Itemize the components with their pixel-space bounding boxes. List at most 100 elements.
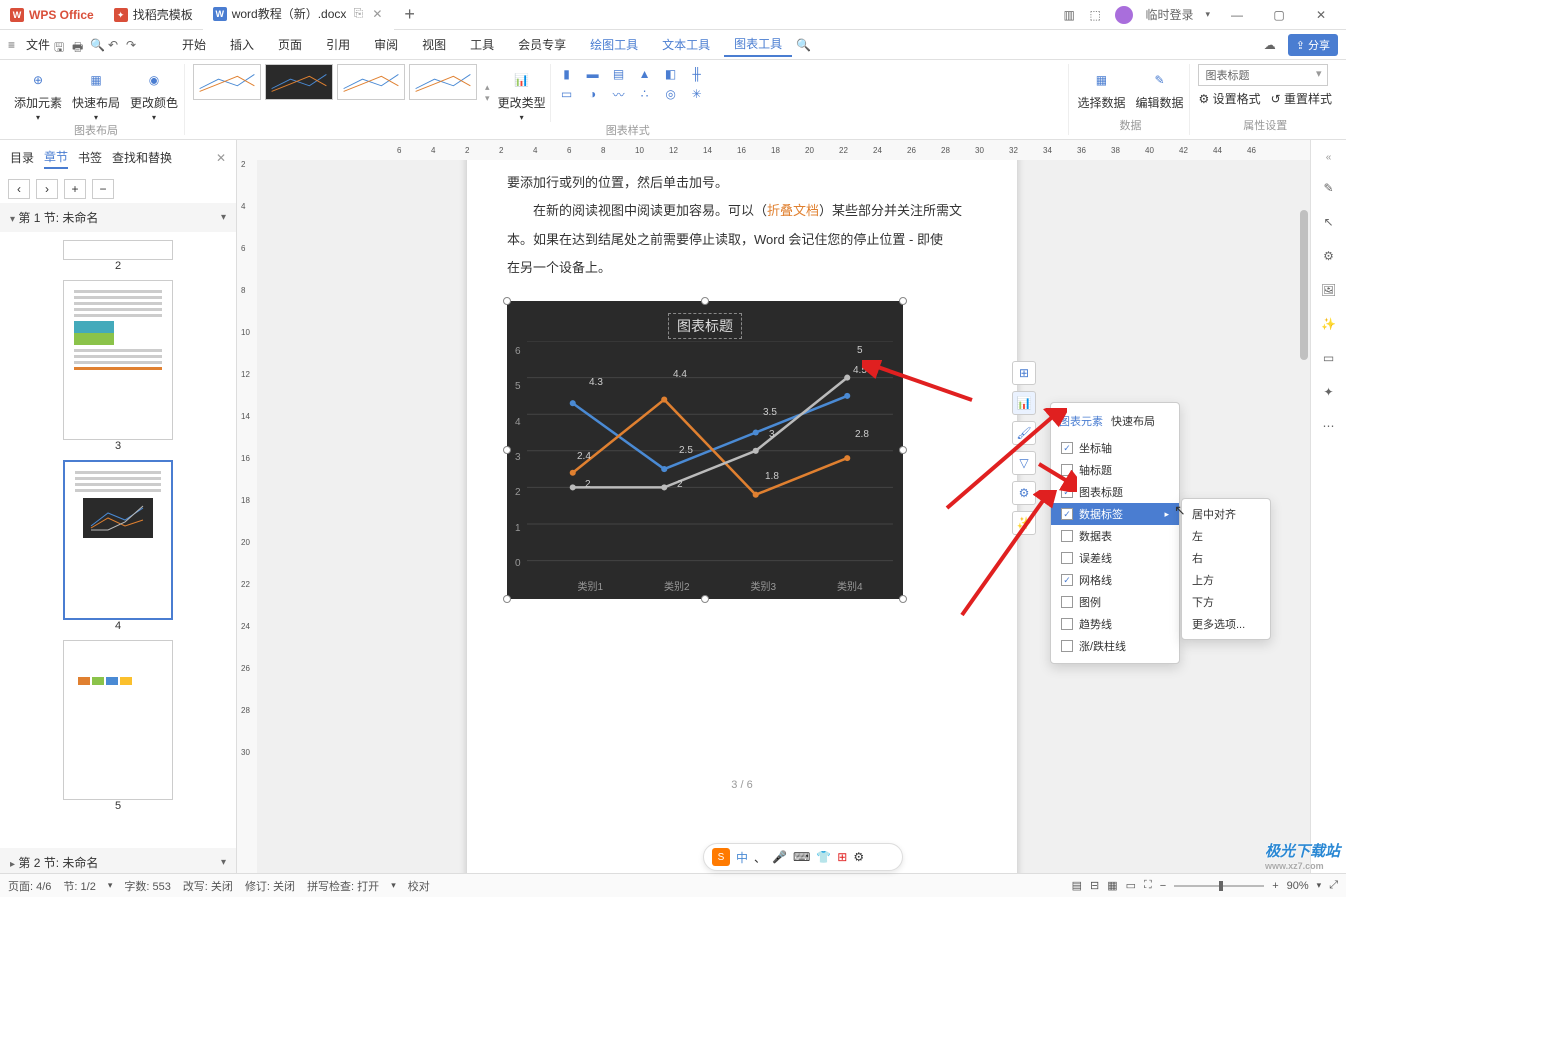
label-position-option[interactable]: 上方 — [1182, 569, 1270, 591]
gallery-up-icon[interactable]: ▴ — [485, 82, 490, 93]
window-maximize[interactable]: ▢ — [1264, 8, 1294, 22]
sidebar-tab-chapters[interactable]: 章节 — [44, 146, 68, 169]
chart-title[interactable]: 图表标题 — [668, 313, 742, 339]
chart-element-option[interactable]: ✓坐标轴 — [1051, 437, 1179, 459]
change-type-button[interactable]: 📊 更改类型▾ — [498, 64, 546, 122]
status-revise[interactable]: 修订: 关闭 — [245, 878, 295, 894]
quick-layout-button[interactable]: ▦ 快速布局▾ — [72, 64, 120, 122]
chart-object[interactable]: 图表标题 6543210 类别 — [507, 301, 903, 599]
chart-line-icon[interactable]: 〰 — [609, 84, 629, 104]
change-color-button[interactable]: ◉ 更改颜色▾ — [130, 64, 178, 122]
page-thumb[interactable] — [63, 280, 173, 440]
share-button[interactable]: ⇪ 分享 — [1288, 34, 1338, 56]
add-element-button[interactable]: ⊕ 添加元素▾ — [14, 64, 62, 122]
menu-view[interactable]: 视图 — [412, 33, 456, 56]
save-icon[interactable]: 🖫 — [54, 38, 68, 52]
chart-element-option[interactable]: ✓网格线 — [1051, 569, 1179, 591]
menu-page[interactable]: 页面 — [268, 33, 312, 56]
chart-element-option[interactable]: 涨/跌柱线 — [1051, 635, 1179, 657]
zoom-in[interactable]: + — [1272, 880, 1278, 892]
login-label[interactable]: 临时登录 — [1145, 6, 1193, 23]
nav-add[interactable]: + — [64, 179, 86, 199]
chart-settings-button[interactable]: ⚙ — [1012, 481, 1036, 505]
chart-style-2[interactable] — [265, 64, 333, 100]
menu-insert[interactable]: 插入 — [220, 33, 264, 56]
menu-draw-tools[interactable]: 绘图工具 — [580, 33, 648, 56]
tab-document[interactable]: W word教程（新）.docx ⎘ ✕ — [203, 0, 395, 30]
chart-combo-icon[interactable]: ◧ — [661, 64, 681, 84]
ime-grid-icon[interactable]: ⊞ — [837, 850, 847, 864]
label-position-option[interactable]: 更多选项... — [1182, 613, 1270, 635]
window-close[interactable]: ✕ — [1306, 8, 1336, 22]
chart-ai-button[interactable]: ✨ — [1012, 511, 1036, 535]
view-web-icon[interactable]: ▦ — [1107, 879, 1117, 892]
chart-bar-icon[interactable]: ▮ — [557, 64, 577, 84]
label-position-option[interactable]: 左 — [1182, 525, 1270, 547]
ime-toolbar[interactable]: S 中 、 🎤 ⌨ 👕 ⊞ ⚙ — [703, 843, 903, 871]
cloud-icon[interactable]: ☁ — [1264, 38, 1278, 52]
avatar[interactable] — [1115, 6, 1133, 24]
chart-elements-button[interactable]: ⊞ — [1012, 361, 1036, 385]
ime-lang[interactable]: 中 — [736, 849, 748, 866]
ime-punct[interactable]: 、 — [754, 849, 766, 866]
chart-styles-button[interactable]: 📊 — [1012, 391, 1036, 415]
chart-element-option[interactable]: ✓数据标签▸ — [1051, 503, 1179, 525]
menu-tools[interactable]: 工具 — [460, 33, 504, 56]
status-page[interactable]: 页面: 4/6 — [8, 878, 51, 894]
document-canvas[interactable]: 的方式，请单击该图片，图片旁边将会显示布局选项按钮。当处理表格时，单击 要添加行… — [257, 160, 1310, 877]
nav-remove[interactable]: − — [92, 179, 114, 199]
menu-reference[interactable]: 引用 — [316, 33, 360, 56]
chart-element-option[interactable]: ✓图表标题 — [1051, 481, 1179, 503]
sidebar-close-icon[interactable]: ✕ — [216, 149, 226, 167]
sidebar-tab-find[interactable]: 查找和替换 — [112, 147, 172, 168]
chart-style-gallery[interactable]: ▴ ▾ 📊 更改类型▾ ▮ ▬ ▤ ▲ ◧ ╫ ▭ ◑ 〰 — [193, 64, 1062, 122]
view-full-icon[interactable]: ⛶ — [1144, 879, 1152, 892]
file-menu[interactable]: 文件 — [26, 36, 50, 53]
edit-data-button[interactable]: ✎ 编辑数据 — [1135, 64, 1183, 111]
ime-keyboard-icon[interactable]: ⌨ — [793, 850, 810, 864]
chart-style-4[interactable] — [409, 64, 477, 100]
select-icon[interactable]: ↖ — [1320, 213, 1338, 231]
sparkle-icon[interactable]: ✦ — [1320, 383, 1338, 401]
book-icon[interactable]: ▭ — [1320, 349, 1338, 367]
tab-templates[interactable]: ✦ 找稻壳模板 — [104, 0, 203, 30]
more-icon[interactable]: ⋯ — [1320, 417, 1338, 435]
chart-stock-icon[interactable]: ╫ — [687, 64, 707, 84]
chart-col-icon[interactable]: ▬ — [583, 64, 603, 84]
chart-element-option[interactable]: 趋势线 — [1051, 613, 1179, 635]
scrollbar-vertical[interactable] — [1298, 160, 1310, 871]
chart-element-option[interactable]: 误差线 — [1051, 547, 1179, 569]
chart-radar-icon[interactable]: ✳ — [687, 84, 707, 104]
chart-area-icon[interactable]: ▲ — [635, 64, 655, 84]
status-spell[interactable]: 拼写检查: 打开 — [307, 878, 379, 894]
menu-review[interactable]: 审阅 — [364, 33, 408, 56]
chart-barh-icon[interactable]: ▭ — [557, 84, 577, 104]
ime-gear-icon[interactable]: ⚙ — [853, 850, 864, 864]
chart-color-button[interactable]: 🖌 — [1012, 421, 1036, 445]
panel-icon[interactable]: ▥ — [1063, 8, 1077, 22]
popup-tab-elements[interactable]: 图表元素 — [1059, 411, 1103, 431]
chart-element-option[interactable]: 轴标题 — [1051, 459, 1179, 481]
section-1[interactable]: ▾ 第 1 节: 未命名 ▾ — [0, 203, 236, 232]
preview-icon[interactable]: 🔍 — [90, 38, 104, 52]
nav-prev[interactable]: ‹ — [8, 179, 30, 199]
image-icon[interactable]: 🖼 — [1320, 281, 1338, 299]
zoom-out[interactable]: − — [1160, 880, 1166, 892]
view-page-icon[interactable]: ▤ — [1072, 879, 1082, 892]
status-proof[interactable]: 校对 — [408, 878, 430, 894]
format-button[interactable]: ⚙ 设置格式 — [1198, 90, 1260, 107]
chart-element-select[interactable]: 图表标题 — [1198, 64, 1328, 86]
ai-icon[interactable]: ✨ — [1320, 315, 1338, 333]
settings-icon[interactable]: ⚙ — [1320, 247, 1338, 265]
status-track[interactable]: 改写: 关闭 — [183, 878, 233, 894]
status-section[interactable]: 节: 1/2 — [63, 878, 95, 894]
chart-pie-icon[interactable]: ◑ — [583, 84, 603, 104]
label-position-option[interactable]: 下方 — [1182, 591, 1270, 613]
menu-text-tools[interactable]: 文本工具 — [652, 33, 720, 56]
status-words[interactable]: 字数: 553 — [124, 878, 170, 894]
page-thumb[interactable] — [63, 240, 173, 260]
label-position-option[interactable]: 居中对齐 — [1182, 503, 1270, 525]
label-position-option[interactable]: 右 — [1182, 547, 1270, 569]
view-read-icon[interactable]: ▭ — [1126, 879, 1136, 892]
chart-filter-button[interactable]: ▽ — [1012, 451, 1036, 475]
